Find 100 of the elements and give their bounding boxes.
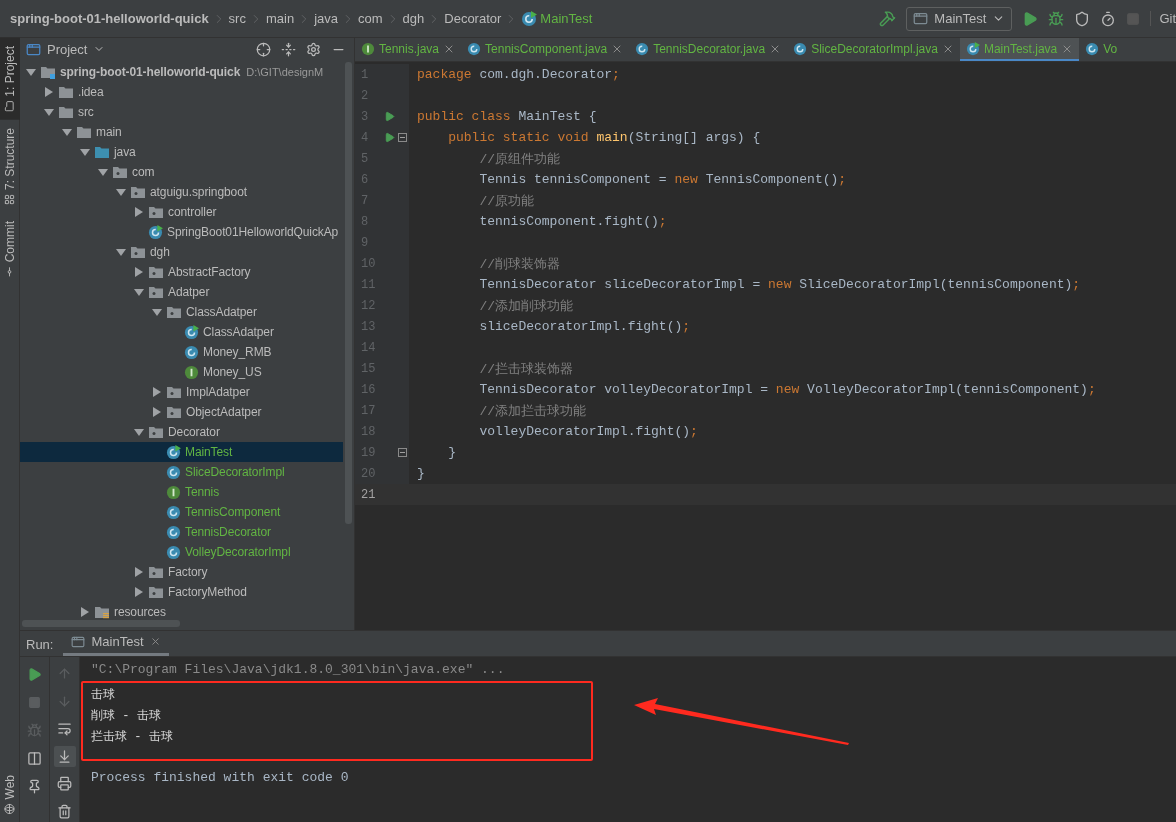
- code-line: public static void main(String[] args) {: [447, 130, 761, 145]
- tool-window-tab[interactable]: Commit: [0, 212, 20, 286]
- tree-item[interactable]: Money_RMB: [20, 342, 343, 362]
- arrow-down-icon: [57, 693, 72, 709]
- tree-item[interactable]: .idea: [20, 82, 343, 102]
- tree-item[interactable]: Decorator: [20, 422, 343, 442]
- run-label: Run:: [26, 635, 54, 654]
- pin-icon: [27, 778, 42, 794]
- tree-item[interactable]: FactoryMethod: [20, 582, 343, 602]
- class-icon: [166, 524, 181, 540]
- tree-item[interactable]: java: [20, 142, 343, 162]
- breadcrumb[interactable]: Decorator: [444, 11, 502, 26]
- code-line: }: [447, 445, 456, 460]
- tool-window-tab[interactable]: Web: [0, 766, 20, 822]
- scrollbar-thumb[interactable]: [22, 620, 180, 627]
- coverage-icon[interactable]: [1074, 10, 1091, 27]
- fold-icon[interactable]: [398, 448, 407, 457]
- runnable-class-icon: [965, 41, 980, 56]
- code-line: //削球装饰器: [478, 255, 560, 273]
- stop-icon: [28, 695, 41, 709]
- run-icon[interactable]: [384, 111, 395, 122]
- expand-arrow-icon[interactable]: [134, 207, 144, 217]
- tree-item[interactable]: MainTest: [20, 442, 343, 462]
- tree-item[interactable]: Factory: [20, 562, 343, 582]
- tree-item[interactable]: controller: [20, 202, 343, 222]
- editor-tab[interactable]: TennisDecorator.java: [629, 38, 788, 61]
- tree-item[interactable]: TennisComponent: [20, 502, 343, 522]
- locate-icon[interactable]: [256, 41, 271, 57]
- class-icon: [1085, 41, 1100, 56]
- tree-item[interactable]: AbstractFactory: [20, 262, 343, 282]
- tree-item[interactable]: ClassAdatper: [20, 322, 343, 342]
- tree-item[interactable]: Money_US: [20, 362, 343, 382]
- class-icon: [166, 464, 181, 480]
- tree-item[interactable]: resources: [20, 602, 343, 622]
- vcs-label[interactable]: Git: [1150, 11, 1176, 26]
- editor-tab[interactable]: SliceDecoratorImpl.java: [787, 38, 960, 61]
- console-command: "C:\Program Files\Java\jdk1.8.0_301\bin\java.exe" ...: [90, 661, 506, 679]
- editor-tab[interactable]: MainTest.java: [959, 38, 1080, 61]
- class-icon: [166, 504, 181, 520]
- collapse-arrow-icon[interactable]: [116, 247, 126, 257]
- tree-item[interactable]: ImplAdatper: [20, 382, 343, 402]
- code-line: public class MainTest {: [416, 109, 597, 124]
- tree-item[interactable]: Adatper: [20, 282, 343, 302]
- tree-item[interactable]: ClassAdatper: [20, 302, 343, 322]
- tree-item[interactable]: SpringBoot01HelloworldQuickAp: [20, 222, 343, 242]
- run-config-dropdown[interactable]: MainTest: [906, 6, 1013, 31]
- breadcrumb[interactable]: java: [314, 11, 338, 26]
- fold-icon[interactable]: [398, 133, 407, 142]
- bug-icon: [27, 722, 42, 738]
- profile-icon[interactable]: [1100, 10, 1117, 27]
- class-icon: [184, 344, 199, 360]
- tree-item[interactable]: VolleyDecoratorImpl: [20, 542, 343, 562]
- code-line: TennisDecorator volleyDecoratorImpl = new VolleyDecoratorImpl(tennisComponent);: [478, 382, 1096, 397]
- folder-icon: [94, 145, 110, 159]
- breadcrumb[interactable]: dgh: [402, 11, 425, 26]
- folder-icon: [58, 105, 74, 119]
- tree-item[interactable]: com: [20, 162, 343, 182]
- tree-item[interactable]: main: [20, 122, 343, 142]
- project-view-dropdown[interactable]: Project: [26, 41, 246, 57]
- expand-arrow-icon[interactable]: [80, 607, 90, 617]
- scroll-to-end-button[interactable]: [53, 745, 76, 767]
- collapse-arrow-icon[interactable]: [26, 67, 36, 77]
- code-line: tennisComponent.fight();: [478, 214, 667, 229]
- tree-item[interactable]: ObjectAdatper: [20, 402, 343, 422]
- debug-icon[interactable]: [1048, 10, 1065, 27]
- close-icon[interactable]: [149, 636, 161, 647]
- collapse-all-icon[interactable]: [281, 41, 296, 57]
- editor-tab[interactable]: TennisComponent.java: [461, 38, 630, 61]
- breadcrumb[interactable]: src: [228, 11, 246, 26]
- tree-item[interactable]: src: [20, 102, 343, 122]
- runnable-class-icon: [166, 444, 181, 460]
- tree-item[interactable]: spring-boot-01-helloworld-quick D:\GIT\designM: [20, 62, 343, 82]
- code-line: sliceDecoratorImpl.fight();: [478, 319, 691, 334]
- settings-icon[interactable]: [306, 41, 321, 57]
- tool-window-tab[interactable]: 7: Structure: [0, 119, 20, 213]
- run-icon[interactable]: [384, 132, 395, 143]
- tree-item[interactable]: TennisDecorator: [20, 522, 343, 542]
- trash-icon: [57, 803, 72, 819]
- breadcrumb[interactable]: spring-boot-01-helloworld-quick: [10, 11, 209, 26]
- breadcrumb[interactable]: com: [358, 11, 383, 26]
- expand-arrow-icon[interactable]: [44, 87, 54, 97]
- globe-icon: [4, 803, 16, 814]
- collapse-arrow-icon[interactable]: [134, 427, 144, 437]
- editor-tab[interactable]: Vo: [1079, 38, 1124, 61]
- console-output: 击球: [90, 687, 116, 704]
- run-icon[interactable]: [1022, 10, 1039, 27]
- editor-tab[interactable]: Tennis.java: [355, 38, 462, 61]
- folder-icon: [94, 605, 110, 619]
- tree-item[interactable]: Tennis: [20, 482, 343, 502]
- console-output: 拦击球 - 击球: [90, 729, 174, 746]
- tree-item[interactable]: SliceDecoratorImpl: [20, 462, 343, 482]
- build-icon[interactable]: [879, 10, 897, 27]
- breadcrumb[interactable]: MainTest: [521, 10, 593, 27]
- breadcrumb[interactable]: main: [265, 11, 295, 26]
- tree-item[interactable]: dgh: [20, 242, 343, 262]
- expand-arrow-icon[interactable]: [134, 267, 144, 277]
- tool-window-tab[interactable]: 1: Project: [0, 38, 20, 120]
- code-line: //添加削球功能: [478, 297, 573, 315]
- tree-item[interactable]: atguigu.springboot: [20, 182, 343, 202]
- package-icon: [166, 405, 182, 419]
